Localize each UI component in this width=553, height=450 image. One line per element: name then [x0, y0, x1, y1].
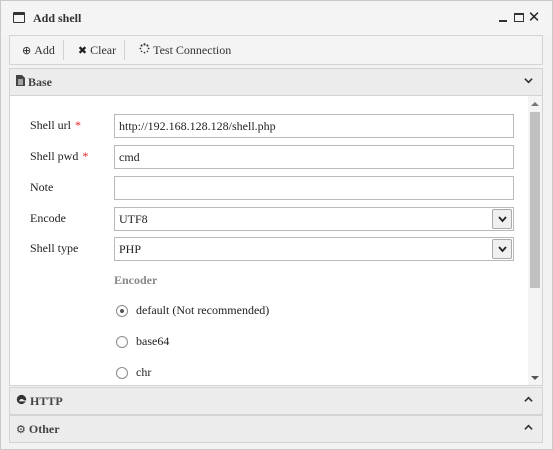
toolbar-divider: [124, 40, 126, 60]
vertical-scrollbar[interactable]: [528, 96, 542, 385]
required-mark: *: [82, 149, 89, 163]
chevron-up-icon: [524, 424, 533, 430]
add-button-label: Add: [34, 42, 55, 57]
encoder-label: Encoder: [114, 273, 158, 287]
chevron-down-icon: [524, 78, 533, 84]
close-button[interactable]: ✕: [527, 9, 541, 25]
shell-url-input[interactable]: [114, 114, 514, 138]
spinner-icon: [139, 43, 150, 57]
add-button[interactable]: ⊕ Add: [16, 39, 61, 61]
encoder-option-default[interactable]: default (Not recommended): [116, 303, 269, 318]
section-base-body: Shell url* Shell pwd* Note Encode UTF8 S…: [9, 96, 543, 386]
shell-pwd-input[interactable]: [114, 145, 514, 169]
minimize-button[interactable]: [496, 9, 510, 25]
required-mark: *: [75, 118, 81, 132]
close-icon: ✕: [527, 8, 541, 26]
encoder-option-label: default (Not recommended): [136, 303, 270, 317]
section-other-label: Other: [28, 421, 60, 436]
cogs-icon: ⚙: [16, 422, 26, 436]
encoder-option-base64[interactable]: base64: [116, 334, 169, 349]
title-bar[interactable]: Add shell ✕: [1, 1, 552, 35]
x-icon: ✖: [77, 43, 88, 57]
section-http-label: HTTP: [30, 393, 63, 408]
shell-type-select[interactable]: PHP: [114, 237, 514, 261]
clear-button[interactable]: ✖ Clear: [72, 39, 122, 61]
toolbar-divider: [62, 40, 64, 60]
test-connection-button[interactable]: Test Connection: [133, 39, 237, 61]
chevron-down-icon[interactable]: [492, 209, 512, 229]
radio-button[interactable]: [116, 366, 128, 379]
edge-browser-icon: [16, 394, 27, 408]
toolbar: ⊕ Add ✖ Clear Test Connection: [9, 35, 543, 65]
add-shell-window: Add shell ✕ ⊕ Add ✖ Clear Test Connectio…: [0, 0, 553, 450]
chevron-down-icon[interactable]: [492, 239, 512, 259]
section-http-header[interactable]: HTTP: [9, 387, 543, 415]
shell-type-label: Shell type: [30, 241, 79, 255]
plus-circle-icon: ⊕: [22, 43, 32, 57]
maximize-icon: [514, 12, 524, 22]
shell-url-label: Shell url *: [30, 118, 81, 132]
window-icon: [13, 12, 25, 23]
radio-button[interactable]: [116, 335, 128, 348]
encoder-option-chr[interactable]: chr: [116, 365, 151, 380]
encode-value: UTF8: [119, 212, 148, 226]
encoder-option-label: chr: [136, 365, 152, 379]
shell-pwd-label: Shell pwd *: [30, 149, 89, 163]
clear-button-label: Clear: [90, 42, 117, 57]
shell-type-value: PHP: [119, 242, 142, 256]
note-label: Note: [30, 180, 54, 194]
section-base-header[interactable]: Base: [9, 68, 543, 96]
section-base-label: Base: [28, 74, 52, 89]
scrollbar-thumb[interactable]: [530, 112, 540, 288]
document-icon: [16, 75, 25, 89]
test-connection-label: Test Connection: [153, 42, 232, 57]
note-input[interactable]: [114, 176, 514, 200]
maximize-button[interactable]: [512, 9, 526, 25]
encoder-option-label: base64: [136, 334, 170, 348]
minimize-icon: [499, 20, 507, 22]
scroll-up-icon[interactable]: [531, 100, 539, 108]
chevron-up-icon: [524, 396, 533, 402]
scroll-down-icon[interactable]: [531, 374, 539, 382]
encode-label: Encode: [30, 211, 66, 225]
radio-button[interactable]: [116, 304, 128, 317]
encode-select[interactable]: UTF8: [114, 207, 514, 231]
window-title: Add shell: [33, 11, 82, 25]
section-other-header[interactable]: ⚙ Other: [9, 415, 543, 443]
